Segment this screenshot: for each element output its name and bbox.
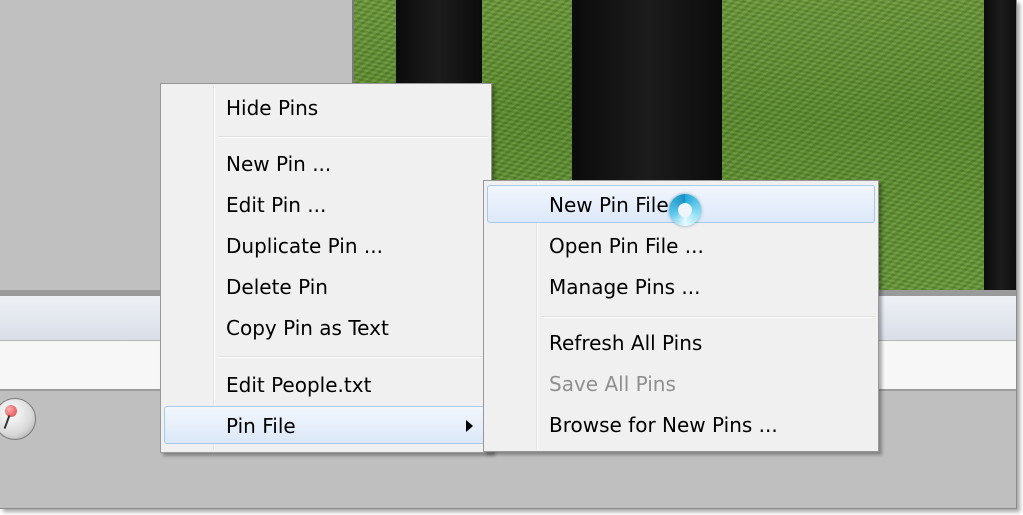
photo-subject-leg: [984, 0, 1016, 290]
menu-item-label: Browse for New Pins ...: [549, 413, 778, 437]
busy-cursor-icon: [669, 194, 701, 226]
menu-item-label: Edit Pin ...: [226, 193, 327, 217]
menu-item-label: Duplicate Pin ...: [226, 234, 383, 258]
menu-separator: [218, 356, 488, 358]
menu-item-edit-people[interactable]: Edit People.txt: [164, 365, 488, 403]
menu-item-label: Copy Pin as Text: [226, 316, 389, 340]
menu-item-label: New Pin ...: [226, 152, 332, 176]
chevron-right-icon: [466, 420, 473, 432]
menu-item-save-all-pins: Save All Pins: [487, 364, 875, 402]
menu-item-label: Manage Pins ...: [549, 275, 701, 299]
menu-item-duplicate-pin[interactable]: Duplicate Pin ...: [164, 226, 488, 264]
menu-item-refresh-all-pins[interactable]: Refresh All Pins: [487, 323, 875, 361]
menu-item-new-pin[interactable]: New Pin ...: [164, 144, 488, 182]
menu-item-open-pin-file[interactable]: Open Pin File ...: [487, 226, 875, 264]
menu-item-pin-file[interactable]: Pin File: [164, 406, 488, 444]
menu-item-browse-for-new-pins[interactable]: Browse for New Pins ...: [487, 405, 875, 443]
menu-item-label: Refresh All Pins: [549, 331, 703, 355]
menu-separator: [218, 136, 488, 138]
pin-head: [5, 405, 17, 417]
menu-separator: [541, 316, 875, 318]
menu-item-copy-pin-as-text[interactable]: Copy Pin as Text: [164, 308, 488, 346]
menu-item-delete-pin[interactable]: Delete Pin: [164, 267, 488, 305]
menu-item-label: Delete Pin: [226, 275, 328, 299]
menu-item-edit-pin[interactable]: Edit Pin ...: [164, 185, 488, 223]
menu-item-manage-pins[interactable]: Manage Pins ...: [487, 267, 875, 305]
menu-item-label: Hide Pins: [226, 96, 319, 120]
context-menu: Hide Pins New Pin ... Edit Pin ... Dupli…: [160, 83, 492, 453]
menu-item-label: Open Pin File ...: [549, 234, 704, 258]
menu-item-hide-pins[interactable]: Hide Pins: [164, 88, 488, 126]
menu-item-label: Save All Pins: [549, 372, 676, 396]
pin-needle: [3, 415, 11, 429]
menu-item-label: Pin File: [226, 414, 296, 438]
menu-item-label: Edit People.txt: [226, 373, 372, 397]
